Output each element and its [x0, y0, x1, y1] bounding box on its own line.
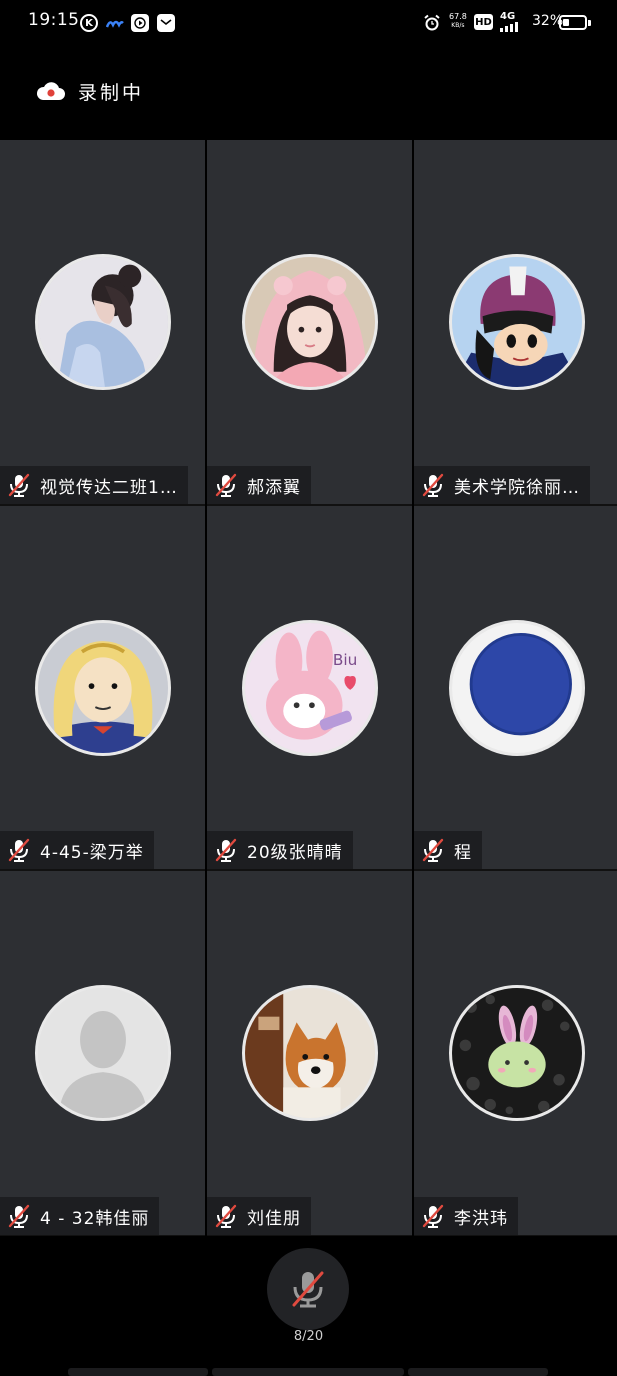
participant-count: 8/20 [293, 1329, 324, 1344]
participant-name: 20级张晴晴 [247, 842, 343, 863]
battery-icon [559, 15, 587, 30]
participant-tile[interactable]: 4-45-梁万举 [0, 505, 205, 870]
bunny-caption: Biu [332, 651, 356, 669]
mic-off-icon [8, 473, 30, 497]
play-icon [131, 14, 149, 32]
name-tag: 郝添翼 [207, 466, 311, 504]
mic-off-icon [422, 1204, 444, 1228]
mic-off-icon [215, 473, 237, 497]
name-tag: 4-45-梁万举 [0, 831, 154, 869]
name-tag: 刘佳朋 [207, 1197, 311, 1235]
name-tag: 20级张晴晴 [207, 831, 353, 869]
participant-name: 刘佳朋 [247, 1208, 301, 1229]
bottom-bar-segment [68, 1368, 208, 1376]
avatar [448, 620, 585, 756]
mic-off-icon [8, 838, 30, 862]
avatar: Biu [241, 620, 378, 756]
participant-tile[interactable]: 4 - 32韩佳丽 [0, 870, 205, 1236]
participant-tile[interactable]: Biu 20级张晴晴 [207, 505, 412, 870]
participant-name: 视觉传达二班1… [40, 477, 178, 498]
bottom-bar-segment [408, 1368, 548, 1376]
hd-badge: HD [474, 14, 493, 30]
cloud-record-icon [36, 82, 65, 100]
status-bar: 19:15 K 67.8 KB/s HD 4G 32% [0, 0, 617, 48]
participant-tile[interactable]: 刘佳朋 [207, 870, 412, 1236]
mic-off-icon [422, 838, 444, 862]
participant-tile[interactable]: 程 [414, 505, 617, 870]
name-tag: 4 - 32韩佳丽 [0, 1197, 160, 1235]
recording-indicator[interactable]: 录制中 [36, 76, 144, 106]
signal-icon [500, 22, 518, 32]
name-tag: 程 [414, 831, 482, 869]
mic-off-icon [292, 1271, 324, 1308]
participant-tile[interactable]: 郝添翼 [207, 140, 412, 505]
avatar [448, 254, 585, 390]
participant-name: 程 [454, 842, 472, 863]
avatar [241, 254, 378, 390]
mic-off-icon [215, 1204, 237, 1228]
wave-icon [106, 14, 124, 32]
k-icon: K [80, 14, 98, 32]
avatar [34, 620, 171, 756]
participant-name: 4 - 32韩佳丽 [40, 1208, 150, 1229]
participant-name: 4-45-梁万举 [40, 842, 144, 863]
name-tag: 视觉传达二班1… [0, 466, 188, 504]
participant-tile[interactable]: 美术学院徐丽… [414, 140, 617, 505]
mail-icon [157, 14, 175, 32]
mic-off-icon [422, 473, 444, 497]
participant-name: 郝添翼 [247, 477, 301, 498]
alarm-icon [423, 14, 441, 32]
network-type: 4G [500, 11, 516, 22]
battery-tip [588, 20, 591, 26]
participant-name: 美术学院徐丽… [454, 477, 580, 498]
bottom-bar-segment [212, 1368, 404, 1376]
avatar [241, 985, 378, 1121]
avatar [34, 985, 171, 1121]
participant-grid: 视觉传达二班1… 郝添翼 美术学院徐丽… 4-45-梁万举 Biu 20级张晴晴… [0, 140, 617, 1236]
recording-label: 录制中 [78, 81, 145, 104]
mic-off-icon [8, 1204, 30, 1228]
participant-tile[interactable]: 视觉传达二班1… [0, 140, 205, 505]
avatar [448, 985, 585, 1121]
network-speed: 67.8 KB/s [449, 12, 467, 29]
mic-off-icon [215, 838, 237, 862]
mic-toggle-button[interactable] [267, 1248, 349, 1330]
name-tag: 李洪玮 [414, 1197, 518, 1235]
name-tag: 美术学院徐丽… [414, 466, 590, 504]
status-time: 19:15 [28, 10, 80, 30]
participant-tile[interactable]: 李洪玮 [414, 870, 617, 1236]
battery-fill [563, 19, 569, 26]
participant-name: 李洪玮 [454, 1208, 508, 1229]
avatar [34, 254, 171, 390]
